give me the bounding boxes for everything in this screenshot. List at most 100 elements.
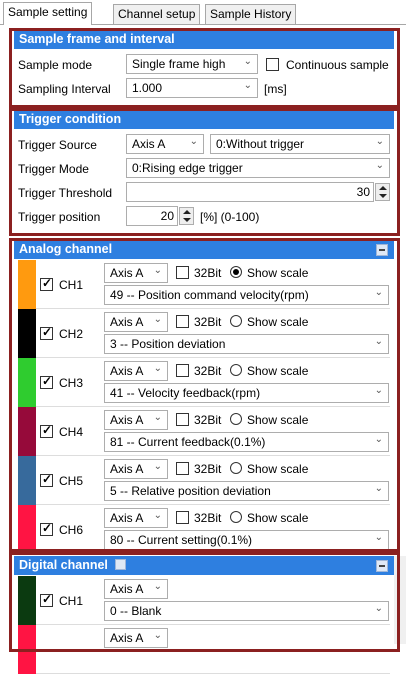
channel-config: Axis A ⌄ 0 -- Blank ⌄ [104, 576, 390, 625]
channel-enable-cell: CH2 [36, 309, 104, 358]
channel-axis-select[interactable]: Axis A ⌄ [104, 312, 168, 332]
position-spinner[interactable] [179, 207, 194, 225]
channel-color-swatch[interactable] [18, 309, 36, 358]
channel-color-swatch[interactable] [18, 456, 36, 505]
chevron-down-icon: ⌄ [153, 461, 162, 472]
trigger-position-label: Trigger position [18, 210, 101, 224]
bit32-label: 32Bit [194, 413, 222, 427]
bit32-checkbox[interactable] [176, 462, 189, 475]
channel-name: CH1 [59, 594, 84, 608]
chevron-down-icon: ⌄ [374, 287, 383, 298]
channel-color-swatch[interactable] [18, 407, 36, 456]
channel-enable-checkbox[interactable] [40, 592, 53, 607]
trigger-axis-select[interactable]: Axis A ⌄ [126, 134, 204, 154]
trigger-threshold-label: Trigger Threshold [18, 186, 113, 200]
bit32-checkbox[interactable] [176, 364, 189, 377]
channel-color-swatch[interactable] [18, 260, 36, 309]
channel-name: CH4 [59, 425, 84, 439]
channel-enable-checkbox[interactable] [40, 276, 53, 291]
channel-enable-checkbox[interactable] [40, 325, 53, 340]
channel-color-swatch[interactable] [18, 358, 36, 407]
chevron-down-icon: ⌄ [374, 483, 383, 494]
settings-icon[interactable] [115, 559, 127, 570]
channel-signal-select[interactable]: 80 -- Current setting(0.1%) ⌄ [104, 530, 389, 550]
channel-axis-select[interactable]: Axis A ⌄ [104, 508, 168, 528]
scrollbar[interactable] [394, 556, 406, 644]
tab-sample-history[interactable]: Sample History [205, 4, 297, 24]
channel-color-swatch[interactable] [18, 625, 36, 674]
bit32-checkbox[interactable] [176, 413, 189, 426]
show-scale-radio[interactable] [230, 462, 242, 474]
chevron-down-icon: ⌄ [375, 160, 384, 171]
bit32-checkbox[interactable] [176, 511, 189, 524]
tab-bar: Sample setting Channel setup Sample Hist… [0, 0, 406, 26]
analog-channel-row: CH1 Axis A⌄ 32Bit Show scale 49 -- Position … [18, 260, 390, 309]
channel-name: CH1 [59, 278, 84, 292]
show-scale-radio[interactable] [230, 266, 242, 278]
show-scale-radio[interactable] [230, 511, 242, 523]
show-scale-label: Show scale [247, 462, 309, 476]
digital-channel-row: CH1 Axis A⌄0 -- Blank⌄ [18, 576, 390, 625]
channel-enable-checkbox[interactable] [40, 472, 53, 487]
channel-axis-select[interactable]: Axis A ⌄ [104, 459, 168, 479]
channel-config: Axis A ⌄ 32Bit Show scale 81 -- Current feed… [104, 407, 390, 456]
analog-channel-header: Analog channel [14, 240, 394, 259]
channel-axis-select[interactable]: Axis A ⌄ [104, 361, 168, 381]
show-scale-radio[interactable] [230, 315, 242, 327]
chevron-down-icon: ⌄ [374, 385, 383, 396]
channel-config: Axis A ⌄ 32Bit Show scale 5 -- Relative posi… [104, 456, 390, 505]
channel-signal-select[interactable]: 41 -- Velocity feedback(rpm) ⌄ [104, 383, 389, 403]
digital-channel-header: Digital channel [14, 556, 394, 575]
trigger-source-label: Trigger Source [18, 138, 97, 152]
channel-color-swatch[interactable] [18, 505, 36, 554]
trigger-source-select[interactable]: 0:Without trigger ⌄ [210, 134, 390, 154]
bit32-checkbox[interactable] [176, 315, 189, 328]
channel-signal-select[interactable]: 5 -- Relative position deviation ⌄ [104, 481, 389, 501]
channel-enable-cell: CH1 [36, 260, 104, 309]
trigger-mode-select[interactable]: 0:Rising edge trigger ⌄ [126, 158, 390, 178]
show-scale-radio[interactable] [230, 364, 242, 376]
show-scale-label: Show scale [247, 413, 309, 427]
channel-axis-select[interactable]: Axis A ⌄ [104, 410, 168, 430]
channel-name: CH2 [59, 327, 84, 341]
channel-signal-select[interactable]: 49 -- Position command velocity(rpm) ⌄ [104, 285, 389, 305]
channel-axis-select[interactable]: Axis A ⌄ [104, 628, 168, 648]
channel-signal-select[interactable]: 81 -- Current feedback(0.1%) ⌄ [104, 432, 389, 452]
tab-channel-setup[interactable]: Channel setup [113, 4, 201, 24]
collapse-icon[interactable] [376, 560, 388, 572]
channel-signal-select[interactable]: 3 -- Position deviation ⌄ [104, 334, 389, 354]
channel-signal-select[interactable]: 0 -- Blank ⌄ [104, 601, 389, 621]
chevron-down-icon: ⌄ [374, 532, 383, 543]
sample-mode-label: Sample mode [18, 58, 93, 72]
channel-config: Axis A ⌄ 32Bit Show scale 49 -- Position com… [104, 260, 390, 309]
channel-axis-select[interactable]: Axis A ⌄ [104, 579, 168, 599]
trigger-threshold-input[interactable]: 30 [126, 182, 374, 202]
trigger-mode-label: Trigger Mode [18, 162, 89, 176]
threshold-spinner[interactable] [375, 183, 390, 201]
channel-enable-cell: CH5 [36, 456, 104, 505]
chevron-down-icon: ⌄ [153, 581, 162, 592]
tab-sample-setting[interactable]: Sample setting [3, 2, 93, 25]
continuous-sample-checkbox[interactable] [266, 58, 279, 71]
bit32-label: 32Bit [194, 315, 222, 329]
channel-enable-checkbox[interactable] [40, 423, 53, 438]
channel-enable-checkbox[interactable] [40, 374, 53, 389]
channel-axis-select[interactable]: Axis A ⌄ [104, 263, 168, 283]
bit32-label: 32Bit [194, 364, 222, 378]
show-scale-radio[interactable] [230, 413, 242, 425]
channel-enable-cell: CH6 [36, 505, 104, 554]
collapse-icon[interactable] [376, 244, 388, 256]
channel-enable-checkbox[interactable] [40, 521, 53, 536]
analog-channel-row: CH6 Axis A⌄ 32Bit Show scale 80 -- Current s… [18, 505, 390, 554]
chevron-down-icon: ⌄ [153, 630, 162, 641]
channel-config: Axis A ⌄ 32Bit Show scale 80 -- Current sett… [104, 505, 390, 554]
show-scale-label: Show scale [247, 315, 309, 329]
digital-channel-row: Axis A ⌄ [18, 625, 390, 674]
analog-channel-row: CH2 Axis A⌄ 32Bit Show scale 3 -- Position d… [18, 309, 390, 358]
sampling-interval-select[interactable]: 1.000 ⌄ [126, 78, 258, 98]
bit32-checkbox[interactable] [176, 266, 189, 279]
trigger-position-input[interactable]: 20 [126, 206, 178, 226]
channel-enable-cell: CH1 [36, 576, 104, 625]
sample-mode-select[interactable]: Single frame high ⌄ [126, 54, 258, 74]
channel-color-swatch[interactable] [18, 576, 36, 625]
